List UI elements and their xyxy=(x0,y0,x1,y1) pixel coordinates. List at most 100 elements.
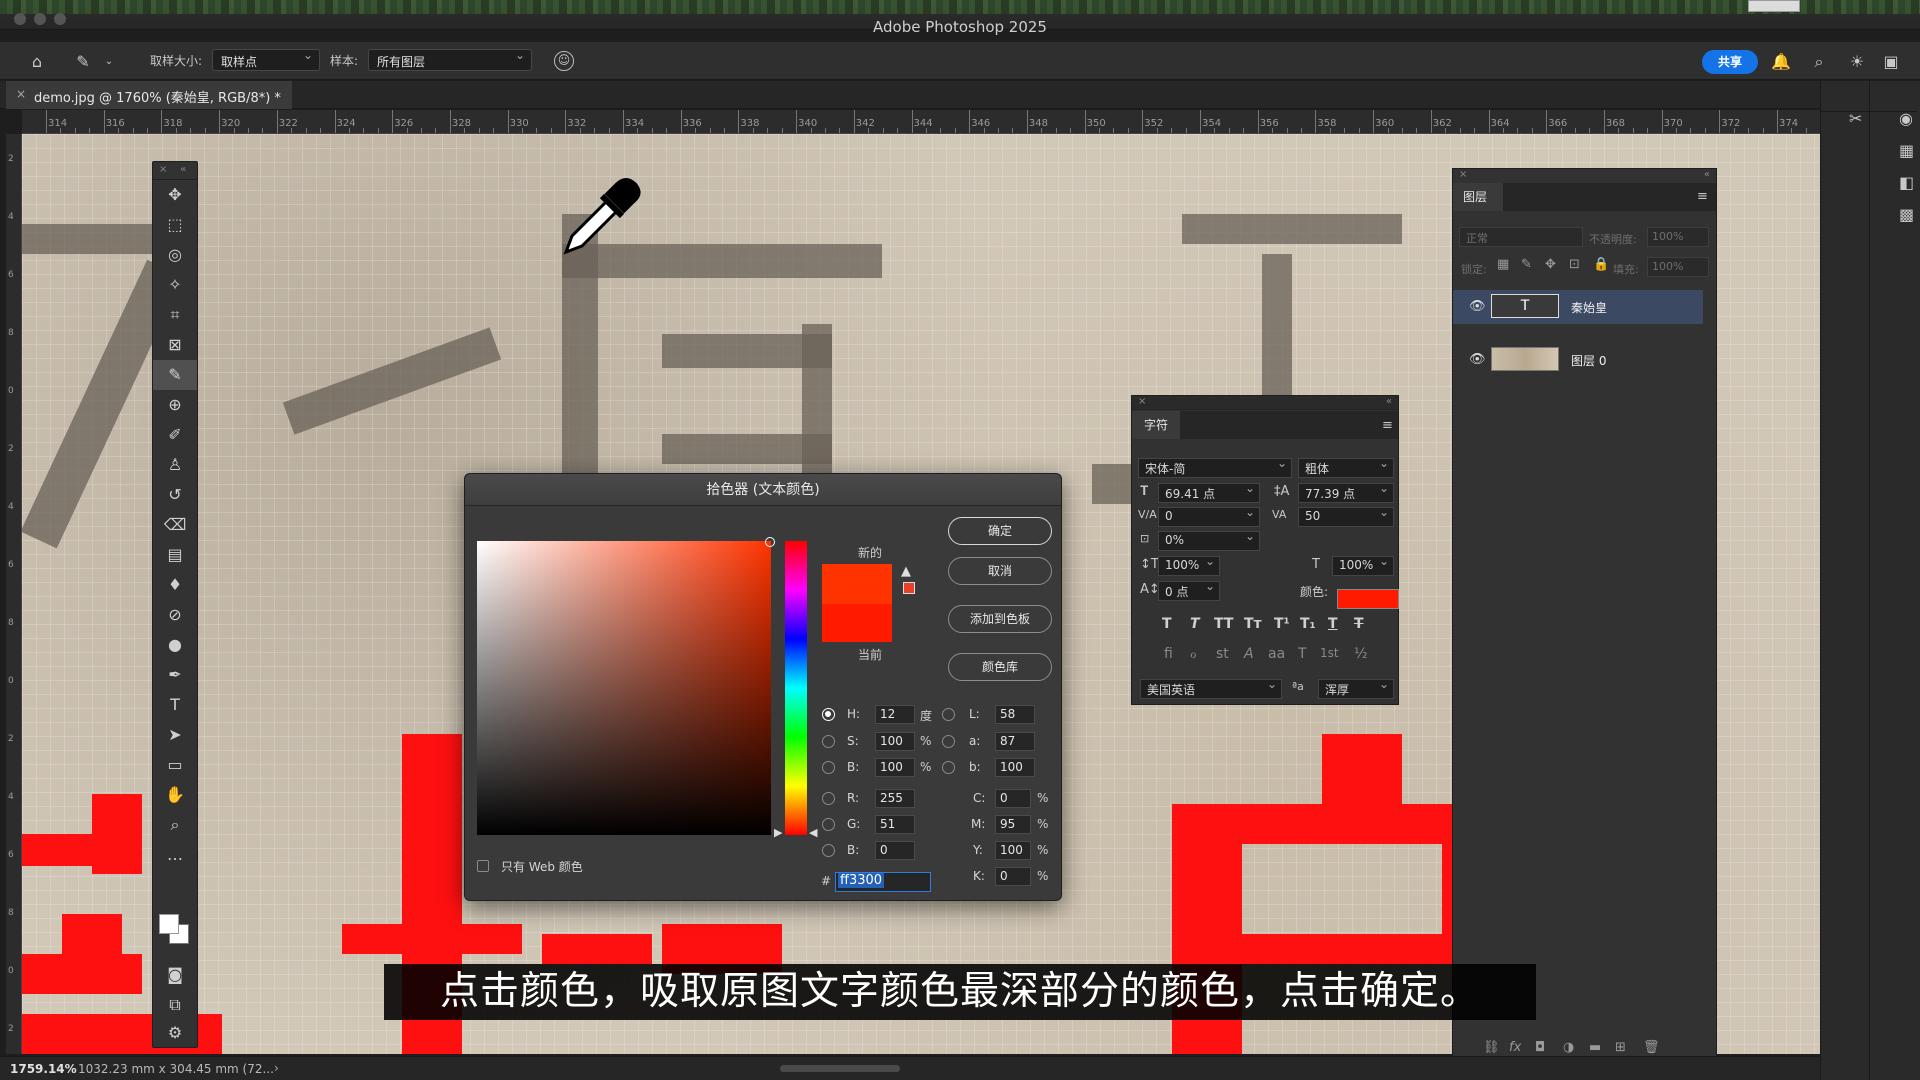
black-input[interactable]: 0 xyxy=(995,867,1031,886)
tracking-select[interactable]: 50 xyxy=(1298,505,1394,527)
eyedropper-tool-icon[interactable]: ✎ xyxy=(153,360,197,390)
yellow-input[interactable]: 100 xyxy=(995,841,1031,860)
layers-menu-icon[interactable]: ≡ xyxy=(1697,189,1708,204)
fractions-button[interactable]: ½ xyxy=(1354,646,1368,662)
baseline-shift-input[interactable]: 0 点 xyxy=(1158,579,1220,601)
red-radio[interactable] xyxy=(822,792,835,805)
superscript-button[interactable]: T¹ xyxy=(1274,616,1290,632)
magic-wand-tool-icon[interactable]: ✧ xyxy=(153,270,197,300)
discretionary-ligatures-button[interactable]: st xyxy=(1216,646,1229,662)
layer-row-text[interactable]: 👁 T 秦始皇 xyxy=(1453,290,1703,324)
workspace-icon[interactable]: ▣ xyxy=(1880,51,1902,73)
object-select-tool-icon[interactable]: ◎ xyxy=(153,240,197,270)
contextual-alternates-button[interactable]: ℴ xyxy=(1190,646,1196,662)
patterns-icon[interactable]: ▩ xyxy=(1899,205,1914,224)
path-selection-tool-icon[interactable]: ➤ xyxy=(153,720,197,750)
search-icon[interactable]: ⌕ xyxy=(1808,51,1830,73)
move-tool-icon[interactable]: ✥ xyxy=(153,180,197,210)
opacity-input[interactable]: 100% xyxy=(1647,227,1709,247)
lock-all-icon[interactable]: 🔒 xyxy=(1593,257,1609,272)
web-colors-only-checkbox[interactable] xyxy=(477,860,489,872)
green-input[interactable]: 51 xyxy=(875,815,915,834)
zoom-magnifier-tool-icon[interactable]: ● xyxy=(153,630,197,660)
chevron-right-icon[interactable]: › xyxy=(274,1061,279,1075)
blue-radio[interactable] xyxy=(822,844,835,857)
layers-panel-header[interactable]: × « xyxy=(1453,169,1716,183)
edit-toolbar-icon[interactable]: ⚙ xyxy=(153,1018,197,1048)
frame-tool-icon[interactable]: ⊠ xyxy=(153,330,197,360)
magenta-input[interactable]: 95 xyxy=(995,815,1031,834)
tab-layers[interactable]: 图层 xyxy=(1453,183,1503,211)
type-tool-icon[interactable]: T xyxy=(153,690,197,720)
scissors-icon[interactable]: ✂ xyxy=(1849,109,1862,128)
fill-input[interactable]: 100% xyxy=(1647,257,1709,277)
close-tab-icon[interactable]: × xyxy=(16,87,26,101)
faux-bold-button[interactable]: T xyxy=(1162,616,1172,632)
new-layer-icon[interactable]: ⊞ xyxy=(1615,1040,1626,1055)
layer-row-image[interactable]: 👁 图层 0 xyxy=(1453,343,1703,377)
text-color-swatch[interactable] xyxy=(1337,589,1399,609)
subscript-button[interactable]: T₁ xyxy=(1300,616,1316,632)
ok-button[interactable]: 确定 xyxy=(948,517,1052,545)
sample-select[interactable]: 所有图层 xyxy=(368,48,532,71)
color-libraries-button[interactable]: 颜色库 xyxy=(948,653,1052,681)
blur-tool-icon[interactable]: ♦ xyxy=(153,570,197,600)
tsume-select[interactable]: 0% xyxy=(1158,529,1260,551)
lightness-input[interactable]: 58 xyxy=(995,705,1035,724)
hue-slider-right-arrow-icon[interactable]: ◀ xyxy=(809,826,817,839)
zoom-tool-icon[interactable]: ⌕ xyxy=(153,810,197,840)
cancel-button[interactable]: 取消 xyxy=(948,557,1052,585)
foreground-color-swatch[interactable] xyxy=(159,914,179,934)
marquee-tool-icon[interactable]: ⬚ xyxy=(153,210,197,240)
eye-icon[interactable]: 👁 xyxy=(1469,299,1486,314)
pen-tool-icon[interactable]: ✒ xyxy=(153,660,197,690)
healing-brush-tool-icon[interactable]: ⊕ xyxy=(153,390,197,420)
hand-tool-icon[interactable]: ✋ xyxy=(153,780,197,810)
font-size-select[interactable]: 69.41 点 xyxy=(1158,481,1260,503)
crop-tool-icon[interactable]: ⌗ xyxy=(153,300,197,330)
home-icon[interactable]: ⌂ xyxy=(26,51,48,73)
clone-stamp-tool-icon[interactable]: ♙ xyxy=(153,450,197,480)
font-style-select[interactable]: 粗体 xyxy=(1298,456,1394,478)
a-channel-radio[interactable] xyxy=(942,735,955,748)
tools-panel-header[interactable]: × « xyxy=(153,162,197,180)
screen-mode-icon[interactable]: ⧉ xyxy=(153,990,197,1020)
share-button[interactable]: 共享 xyxy=(1702,50,1758,74)
gradient-tool-icon[interactable]: ▤ xyxy=(153,540,197,570)
brush-tool-icon[interactable]: ✐ xyxy=(153,420,197,450)
eraser-tool-icon[interactable]: ⌫ xyxy=(153,510,197,540)
brightness-input[interactable]: 100 xyxy=(875,758,915,777)
lock-position-icon[interactable]: ✥ xyxy=(1545,257,1556,272)
titling-alternates-button[interactable]: T xyxy=(1298,646,1307,662)
a-channel-input[interactable]: 87 xyxy=(995,732,1035,751)
saturation-input[interactable]: 100 xyxy=(875,732,915,751)
strikethrough-button[interactable]: T xyxy=(1354,616,1364,632)
horizontal-scrollbar[interactable] xyxy=(780,1065,900,1072)
hue-slider-left-arrow-icon[interactable]: ▶ xyxy=(774,826,782,839)
saturation-radio[interactable] xyxy=(822,735,835,748)
sample-size-select[interactable]: 取样点 xyxy=(212,48,320,71)
panel-menu-icon[interactable]: ≡ xyxy=(1382,418,1393,433)
blue-input[interactable]: 0 xyxy=(875,841,915,860)
leading-select[interactable]: 77.39 点 xyxy=(1298,481,1394,503)
sampling-ring-icon[interactable]: ☺ xyxy=(554,51,574,71)
standard-ligatures-button[interactable]: fi xyxy=(1164,646,1173,662)
tab-character[interactable]: 字符 xyxy=(1132,411,1180,439)
stylistic-alternates-button[interactable]: aa xyxy=(1268,646,1285,662)
more-tools-icon[interactable]: … xyxy=(153,840,197,870)
adjustment-layer-icon[interactable]: ◑ xyxy=(1563,1040,1574,1055)
vertical-ruler[interactable]: 2 4 6 8 0 2 4 6 8 0 2 4 6 8 0 2 xyxy=(6,134,22,1054)
ordinals-button[interactable]: 1st xyxy=(1320,646,1339,660)
eyedropper-tool-preset-icon[interactable]: ✎ xyxy=(72,51,94,73)
swatches-grid-icon[interactable]: ▦ xyxy=(1899,141,1914,160)
out-of-gamut-warning-icon[interactable]: ▲ xyxy=(901,564,911,579)
kerning-select[interactable]: 0 xyxy=(1158,505,1260,527)
quick-mask-icon[interactable]: ◙ xyxy=(153,960,197,990)
lock-image-icon[interactable]: ✎ xyxy=(1521,257,1532,272)
fx-icon[interactable]: fx xyxy=(1509,1040,1521,1055)
document-tab[interactable]: × demo.jpg @ 1760% (秦始皇, RGB/8*) * xyxy=(6,81,292,109)
hue-slider[interactable] xyxy=(785,541,807,835)
history-brush-tool-icon[interactable]: ↺ xyxy=(153,480,197,510)
hex-input[interactable]: ff3300 xyxy=(835,872,931,892)
trash-icon[interactable]: 🗑 xyxy=(1643,1040,1660,1055)
